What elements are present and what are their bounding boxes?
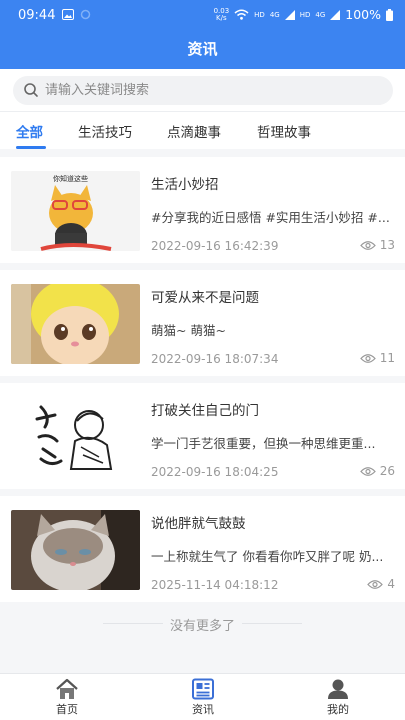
article-title: 说他胖就气鼓鼓	[151, 516, 246, 532]
view-count: 26	[379, 464, 395, 478]
article-thumbnail	[11, 397, 140, 477]
nav-home-label: 首页	[56, 703, 78, 716]
article-date: 2022-09-16 18:04:25	[151, 465, 279, 479]
net-speed: 0.03 K/s	[213, 6, 230, 22]
tab-philosophy[interactable]: 哲理故事	[257, 121, 311, 141]
status-time: 09:44	[18, 8, 56, 23]
view-count: 11	[379, 351, 395, 365]
active-tab-indicator	[16, 146, 46, 149]
article-description: 一上称就生气了 你看看你咋又胖了呢 奶...	[151, 549, 384, 564]
eye-icon	[367, 579, 384, 589]
eye-icon	[359, 466, 376, 476]
nav-news[interactable]: 资讯	[163, 678, 243, 717]
search-box[interactable]	[13, 76, 393, 105]
gallery-icon	[62, 9, 74, 20]
article-views: 13	[359, 238, 395, 252]
category-tabs: 全部 生活技巧 点滴趣事 哲理故事	[0, 111, 405, 149]
top-bar: 09:44 0.03 K/s HD 4G HD 4G 100% 资讯	[0, 0, 405, 69]
signal-icon	[284, 9, 295, 20]
article-card[interactable]: 可爱从来不是问题 萌猫~ 萌猫~ 2022-09-16 18:07:34 11	[0, 270, 405, 376]
search-bar	[0, 69, 405, 111]
signal-icon-2	[330, 9, 341, 20]
loading-icon	[80, 9, 91, 20]
article-title: 生活小妙招	[151, 177, 219, 193]
battery-level: 100%	[345, 7, 381, 22]
search-input[interactable]	[45, 80, 375, 101]
article-title: 可爱从来不是问题	[151, 290, 259, 306]
user-icon	[328, 679, 348, 699]
tab-fun-stories[interactable]: 点滴趣事	[167, 121, 221, 141]
article-views: 26	[359, 464, 395, 478]
nav-profile[interactable]: 我的	[298, 678, 378, 717]
net-4g-1: 4G	[269, 10, 280, 19]
nav-news-label: 资讯	[192, 703, 214, 716]
article-title: 打破关住自己的门	[151, 403, 259, 419]
article-views: 4	[367, 577, 395, 591]
status-left-icons	[62, 9, 91, 20]
article-card[interactable]: 打破关住自己的门 学一门手艺很重要，但换一种思维更重... 2022-09-16…	[0, 383, 405, 489]
article-date: 2022-09-16 16:42:39	[151, 239, 279, 253]
tab-life-tips[interactable]: 生活技巧	[78, 121, 132, 141]
article-description: 学一门手艺很重要，但换一种思维更重...	[151, 436, 376, 451]
end-of-list: 没有更多了	[0, 603, 405, 643]
nav-profile-label: 我的	[327, 703, 349, 716]
article-date: 2022-09-16 18:07:34	[151, 352, 279, 366]
net-hd-1: HD	[254, 10, 265, 19]
view-count: 13	[379, 238, 395, 252]
wifi-icon	[234, 9, 249, 20]
thumb-caption: 你知道这些	[53, 174, 88, 183]
status-right-icons: 0.03 K/s HD 4G HD 4G 100%	[214, 7, 393, 22]
article-card[interactable]: 你知道这些 生活小妙招 #分享我的近日感悟 #实用生活小妙招 #... 2022…	[0, 157, 405, 263]
article-thumbnail	[11, 510, 140, 590]
article-card[interactable]: 说他胖就气鼓鼓 一上称就生气了 你看看你咋又胖了呢 奶... 2025-11-1…	[0, 496, 405, 602]
article-thumbnail: 你知道这些	[11, 171, 140, 251]
eye-icon	[359, 240, 376, 250]
view-count: 4	[387, 577, 395, 591]
net-4g-2: 4G	[315, 10, 326, 19]
article-date: 2025-11-14 04:18:12	[151, 578, 279, 592]
news-icon	[192, 678, 214, 700]
search-icon	[24, 83, 38, 97]
battery-icon	[386, 8, 393, 21]
article-description: 萌猫~ 萌猫~	[151, 323, 226, 338]
bottom-navigation: 首页 资讯 我的	[0, 673, 405, 720]
page-title: 资讯	[187, 40, 218, 58]
no-more-text: 没有更多了	[169, 619, 235, 634]
article-views: 11	[359, 351, 395, 365]
article-thumbnail	[11, 284, 140, 364]
net-hd-2: HD	[299, 10, 311, 19]
home-icon	[56, 678, 78, 699]
tab-all[interactable]: 全部	[16, 121, 43, 141]
eye-icon	[359, 353, 376, 363]
article-description: #分享我的近日感悟 #实用生活小妙招 #...	[151, 210, 390, 225]
nav-home[interactable]: 首页	[27, 678, 107, 717]
status-bar: 09:44 0.03 K/s HD 4G HD 4G 100%	[0, 0, 405, 30]
